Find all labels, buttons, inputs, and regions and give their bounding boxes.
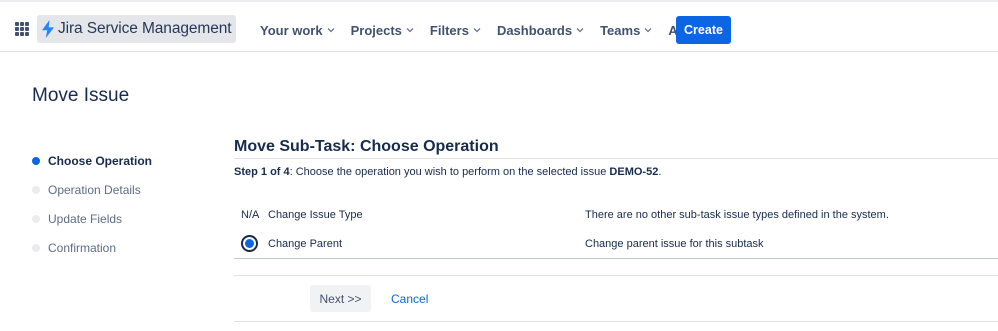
step-label: Confirmation <box>48 240 117 255</box>
step-label: Update Fields <box>48 211 123 226</box>
nav-teams-label: Teams <box>600 22 641 38</box>
step-dot-icon <box>32 214 40 223</box>
step-dot-icon <box>32 185 40 194</box>
step-instruction-end: . <box>658 166 662 178</box>
divider <box>234 275 998 276</box>
app-switcher-icon[interactable] <box>15 22 29 36</box>
step-confirmation: Confirmation <box>32 233 152 262</box>
operation-unavailable-marker: N/A <box>241 209 260 221</box>
issue-key: DEMO-52 <box>609 166 659 178</box>
operation-description: Change parent issue for this subtask <box>585 238 764 250</box>
step-update-fields: Update Fields <box>32 204 152 233</box>
chevron-down-icon <box>406 28 414 33</box>
chevron-down-icon <box>576 28 584 33</box>
step-counter: Step 1 of 4 <box>234 166 290 178</box>
next-button[interactable]: Next >> <box>310 285 371 312</box>
operation-name[interactable]: Change Parent <box>268 238 342 250</box>
cancel-link[interactable]: Cancel <box>391 292 428 306</box>
operation-row-change-parent[interactable]: Change Parent Change parent issue for th… <box>234 230 998 258</box>
nav-dashboards-label: Dashboards <box>496 22 573 38</box>
divider <box>234 158 998 159</box>
nav-teams[interactable]: Teams <box>592 16 660 44</box>
operation-description: There are no other sub-task issue types … <box>585 209 889 221</box>
step-dot-icon <box>32 243 40 252</box>
primary-nav: Your work Projects Filters Dashboards Te… <box>252 16 721 44</box>
top-navigation: Jira Service Management Your work Projec… <box>0 0 998 52</box>
change-parent-radio[interactable] <box>241 235 258 252</box>
nav-projects-label: Projects <box>350 22 402 38</box>
nav-your-work-label: Your work <box>260 22 323 38</box>
step-instructions: Step 1 of 4: Choose the operation you wi… <box>234 166 661 178</box>
create-button[interactable]: Create <box>676 16 731 44</box>
wizard-steps: Choose Operation Operation Details Updat… <box>32 146 152 262</box>
section-title: Move Sub-Task: Choose Operation <box>234 138 499 155</box>
chevron-down-icon <box>473 28 481 33</box>
divider <box>234 258 998 259</box>
step-label: Operation Details <box>48 182 141 197</box>
radio-selected-dot-icon <box>245 239 254 248</box>
step-active-dot-icon <box>32 156 40 165</box>
nav-your-work[interactable]: Your work <box>252 16 343 44</box>
step-operation-details: Operation Details <box>32 175 152 204</box>
lightning-bolt-icon <box>42 20 54 38</box>
step-label: Choose Operation <box>48 153 153 168</box>
nav-projects[interactable]: Projects <box>343 16 422 44</box>
nav-filters[interactable]: Filters <box>422 16 489 44</box>
product-logo[interactable]: Jira Service Management <box>37 15 237 43</box>
operation-name: Change Issue Type <box>268 209 363 221</box>
chevron-down-icon <box>644 28 652 33</box>
nav-dashboards[interactable]: Dashboards <box>489 16 592 44</box>
divider <box>234 321 998 322</box>
operation-row-change-issue-type: N/A Change Issue Type There are no other… <box>234 201 998 229</box>
product-name: Jira Service Management <box>58 20 232 37</box>
chevron-down-icon <box>327 28 335 33</box>
step-instruction-text: : Choose the operation you wish to perfo… <box>289 166 610 178</box>
step-choose-operation: Choose Operation <box>32 146 152 175</box>
page-title: Move Issue <box>32 85 130 106</box>
nav-filters-label: Filters <box>429 22 469 38</box>
